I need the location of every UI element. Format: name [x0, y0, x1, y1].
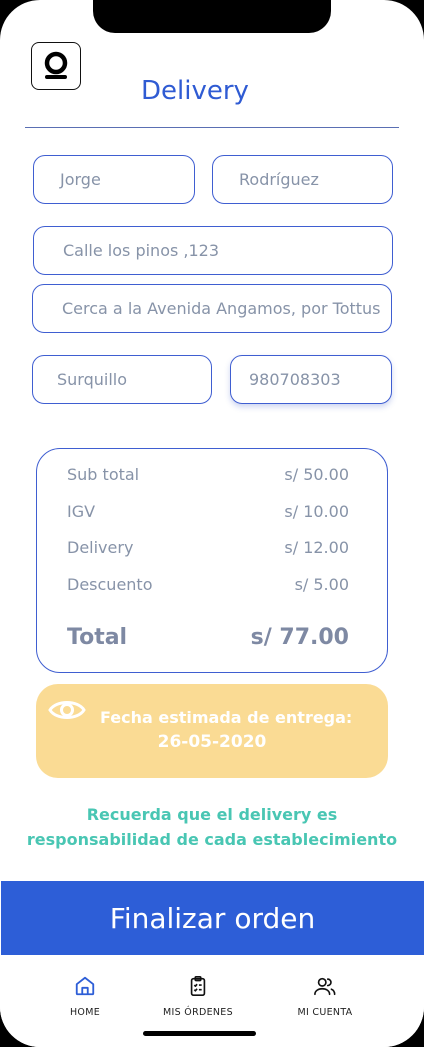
device-notch: [93, 0, 331, 33]
subtotal-label: Sub total: [67, 465, 140, 484]
tab-home-label: HOME: [69, 1007, 101, 1018]
home-indicator: [143, 1031, 256, 1036]
subtotal-row: Sub total s/ 50.00: [67, 465, 349, 484]
first-name-field[interactable]: Jorge: [33, 155, 195, 204]
igv-row: IGV s/ 10.00: [67, 502, 349, 521]
eta-label: Fecha estimada de entrega:: [100, 708, 353, 727]
discount-label: Descuento: [67, 575, 153, 594]
subtotal-value: s/ 50.00: [284, 465, 349, 484]
page-title: Delivery: [141, 76, 249, 106]
tab-account[interactable]: MI CUENTA: [265, 975, 385, 1018]
finalize-order-button[interactable]: Finalizar orden: [1, 881, 424, 955]
igv-value: s/ 10.00: [284, 502, 349, 521]
users-icon: [313, 977, 337, 1001]
last-name-field[interactable]: Rodríguez: [212, 155, 393, 204]
tab-home[interactable]: HOME: [25, 975, 145, 1018]
estimated-delivery-card: Fecha estimada de entrega: 26-05-2020: [36, 684, 388, 778]
tab-orders-label: MIS ÓRDENES: [163, 1007, 233, 1018]
discount-value: s/ 5.00: [294, 575, 349, 594]
app-screen: Delivery Jorge Rodríguez Calle los pinos…: [0, 0, 424, 1047]
delivery-row: Delivery s/ 12.00: [67, 538, 349, 557]
delivery-reminder: Recuerda que el delivery es responsabili…: [0, 802, 424, 852]
brand-logo-icon[interactable]: [31, 42, 81, 90]
eye-icon: [48, 696, 86, 728]
igv-label: IGV: [67, 502, 96, 521]
address-field[interactable]: Calle los pinos ,123: [33, 226, 393, 275]
header-divider: [25, 127, 399, 128]
reminder-line-2: responsabilidad de cada establecimiento: [26, 830, 398, 849]
phone-field[interactable]: 980708303: [230, 355, 392, 404]
eta-date: 26-05-2020: [157, 732, 267, 752]
tab-orders[interactable]: MIS ÓRDENES: [138, 975, 258, 1018]
clipboard-list-icon: [187, 976, 209, 1001]
total-row: Total s/ 77.00: [67, 625, 349, 650]
total-value: s/ 77.00: [250, 625, 349, 650]
total-label: Total: [67, 625, 128, 650]
home-icon: [74, 976, 96, 1001]
reference-field[interactable]: Cerca a la Avenida Angamos, por Tottus: [32, 284, 392, 333]
delivery-label: Delivery: [67, 538, 134, 557]
district-field[interactable]: Surquillo: [32, 355, 212, 404]
delivery-value: s/ 12.00: [284, 538, 349, 557]
order-summary: Sub total s/ 50.00 IGV s/ 10.00 Delivery…: [36, 448, 388, 673]
tab-account-label: MI CUENTA: [297, 1007, 353, 1018]
discount-row: Descuento s/ 5.00: [67, 575, 349, 594]
reminder-line-1: Recuerda que el delivery es: [86, 805, 338, 824]
